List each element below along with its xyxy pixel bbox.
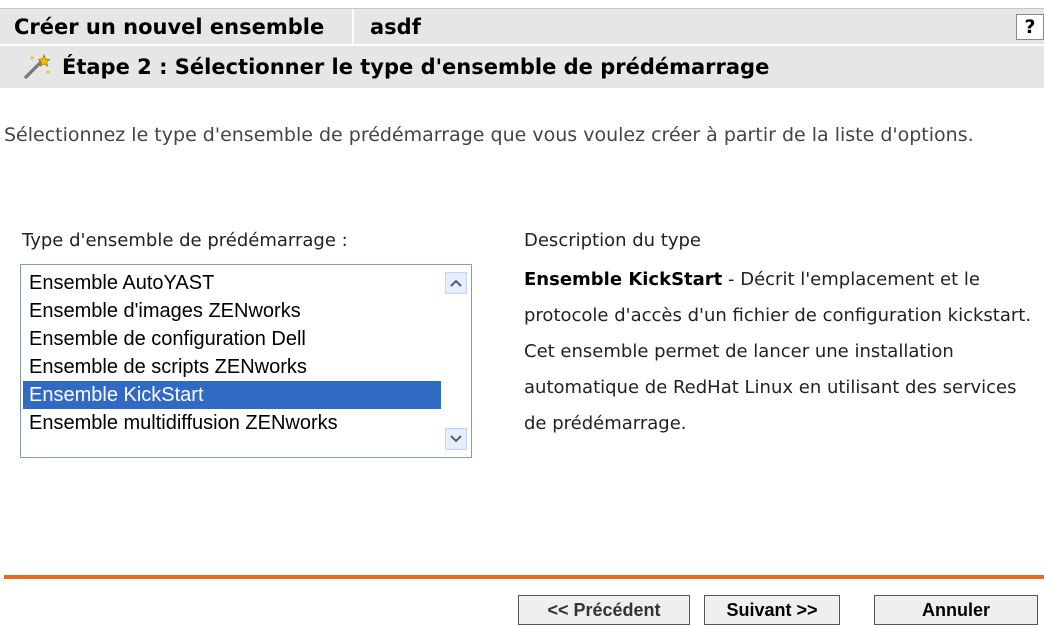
previous-button[interactable]: << Précédent bbox=[518, 595, 690, 625]
description-heading: Description du type bbox=[524, 230, 702, 251]
list-item[interactable]: Ensemble AutoYAST bbox=[23, 269, 441, 297]
step-title: Étape 2 : Sélectionner le type d'ensembl… bbox=[62, 55, 770, 79]
description-type-name: Ensemble KickStart bbox=[524, 269, 723, 290]
bundle-type-listbox[interactable]: Ensemble AutoYAST Ensemble d'images ZENw… bbox=[20, 264, 472, 458]
chevron-up-icon bbox=[450, 279, 462, 287]
list-item[interactable]: Ensemble d'images ZENworks bbox=[23, 297, 441, 325]
intro-text: Sélectionnez le type d'ensemble de prédé… bbox=[4, 124, 974, 146]
list-item[interactable]: Ensemble multidiffusion ZENworks bbox=[23, 409, 441, 437]
list-item-selected[interactable]: Ensemble KickStart bbox=[23, 381, 441, 409]
header-divider bbox=[352, 9, 354, 45]
wand-icon bbox=[23, 53, 51, 80]
scroll-up-button[interactable] bbox=[445, 272, 467, 294]
wizard-header: Créer un nouvel ensemble asdf ? bbox=[0, 8, 1044, 45]
next-button[interactable]: Suivant >> bbox=[704, 595, 840, 625]
bundle-name: asdf bbox=[370, 15, 421, 39]
footer-divider bbox=[4, 575, 1044, 579]
chevron-down-icon bbox=[450, 435, 462, 443]
wizard-title: Créer un nouvel ensemble bbox=[14, 15, 325, 39]
step-header: Étape 2 : Sélectionner le type d'ensembl… bbox=[0, 44, 1044, 88]
description-body: Ensemble KickStart - Décrit l'emplacemen… bbox=[524, 262, 1034, 442]
bundle-type-label: Type d'ensemble de prédémarrage : bbox=[22, 230, 348, 251]
list-item[interactable]: Ensemble de scripts ZENworks bbox=[23, 353, 441, 381]
description-text: - Décrit l'emplacement et le protocole d… bbox=[524, 269, 1032, 434]
scroll-down-button[interactable] bbox=[445, 428, 467, 450]
cancel-button[interactable]: Annuler bbox=[874, 595, 1038, 625]
list-item[interactable]: Ensemble de configuration Dell bbox=[23, 325, 441, 353]
help-button[interactable]: ? bbox=[1016, 14, 1044, 40]
